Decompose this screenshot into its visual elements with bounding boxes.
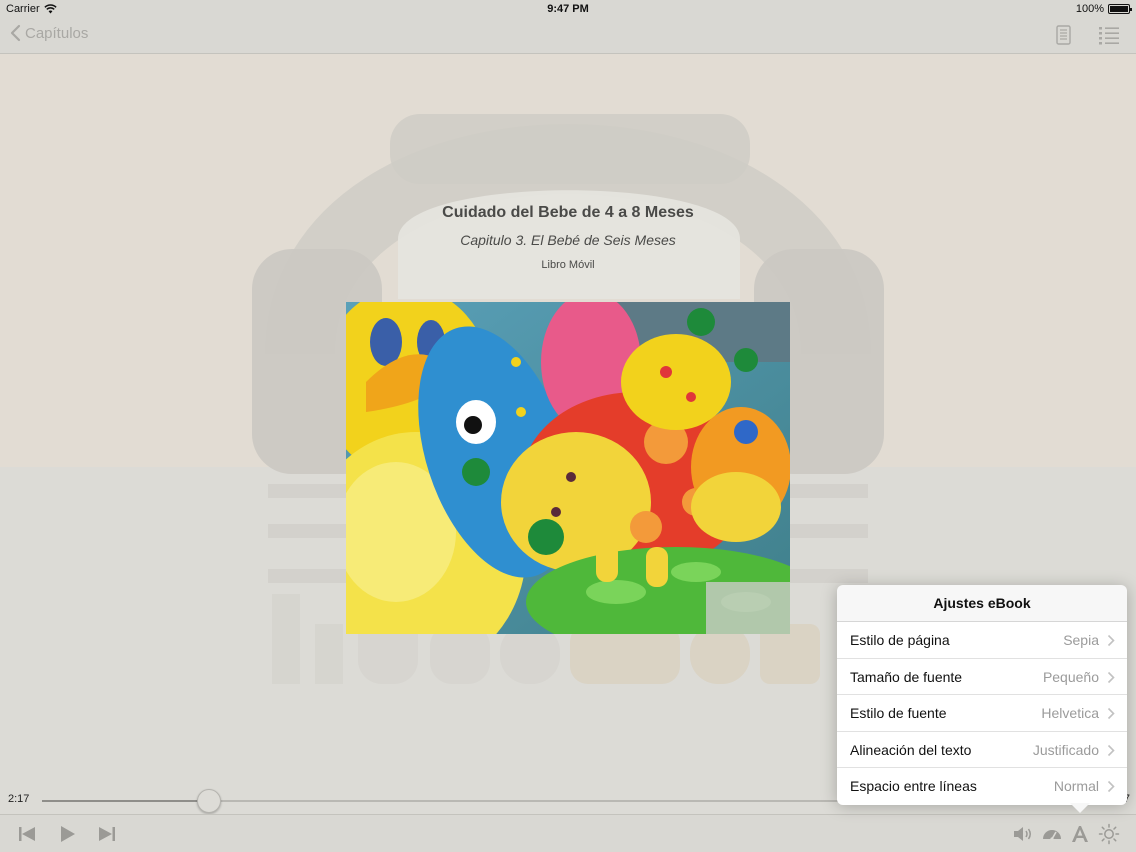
settings-row-value: Normal: [1053, 778, 1099, 794]
settings-row-value: Sepia: [1063, 632, 1099, 648]
settings-row-font-size[interactable]: Tamaño de fuente Pequeño: [837, 658, 1127, 695]
font-settings-icon[interactable]: [1069, 823, 1091, 845]
chevron-left-icon: [10, 24, 21, 42]
settings-row-line-spacing[interactable]: Espacio entre líneas Normal: [837, 768, 1127, 805]
battery-icon: [1108, 4, 1132, 14]
chevron-right-icon: [1107, 671, 1115, 683]
cover-image: [346, 302, 790, 634]
skip-back-icon[interactable]: [16, 823, 38, 845]
chapter-title: Capitulo 3. El Bebé de Seis Meses: [460, 232, 676, 248]
player-toolbar: [0, 814, 1136, 852]
progress-fill: [42, 800, 210, 802]
settings-row-value: Pequeño: [1042, 668, 1099, 685]
nav-actions: [1052, 24, 1120, 46]
settings-row-text-alignment[interactable]: Alineación del texto Justificado: [837, 731, 1127, 768]
navigation-bar: Capítulos: [0, 18, 1136, 54]
back-button-label: Capítulos: [25, 24, 89, 42]
back-button[interactable]: Capítulos: [10, 24, 88, 42]
volume-icon[interactable]: [1012, 823, 1034, 845]
settings-row-label: Espacio entre líneas: [850, 778, 977, 794]
chevron-right-icon: [1107, 780, 1115, 793]
speed-gauge-icon[interactable]: [1041, 823, 1063, 845]
chapter-list-icon[interactable]: [1098, 24, 1120, 46]
battery-percent: 100%: [1075, 3, 1104, 15]
popover-arrow: [1070, 803, 1090, 813]
skip-forward-icon[interactable]: [96, 823, 118, 845]
settings-row-label: Estilo de fuente: [850, 705, 947, 721]
ebook-settings-popover: Ajustes eBook Estilo de página Sepia Tam…: [837, 585, 1127, 805]
status-right: 100%: [1075, 3, 1132, 15]
settings-row-label: Estilo de página: [850, 632, 950, 648]
settings-row-value: Helvetica: [1041, 705, 1099, 721]
chevron-right-icon: [1107, 634, 1115, 647]
book-title: Cuidado del Bebe de 4 a 8 Meses: [442, 204, 694, 221]
settings-row-page-style[interactable]: Estilo de página Sepia: [837, 622, 1127, 659]
chevron-right-icon: [1107, 744, 1115, 756]
chevron-right-icon: [1107, 707, 1115, 720]
publisher-label: Libro Móvil: [541, 259, 595, 271]
brightness-icon[interactable]: [1098, 823, 1120, 845]
settings-row-label: Alineación del texto: [850, 741, 972, 758]
settings-row-value: Justificado: [1032, 741, 1099, 758]
status-bar: Carrier 9:47 PM 100%: [0, 0, 1136, 18]
elapsed-time: 2:17: [8, 793, 30, 805]
popover-title: Ajustes eBook: [837, 585, 1127, 622]
settings-row-label: Tamaño de fuente: [850, 668, 963, 685]
progress-slider-thumb[interactable]: [197, 789, 222, 813]
settings-row-font-style[interactable]: Estilo de fuente Helvetica: [837, 695, 1127, 732]
play-icon[interactable]: [56, 823, 78, 845]
status-time: 9:47 PM: [547, 3, 589, 15]
page-view-icon[interactable]: [1052, 24, 1074, 46]
